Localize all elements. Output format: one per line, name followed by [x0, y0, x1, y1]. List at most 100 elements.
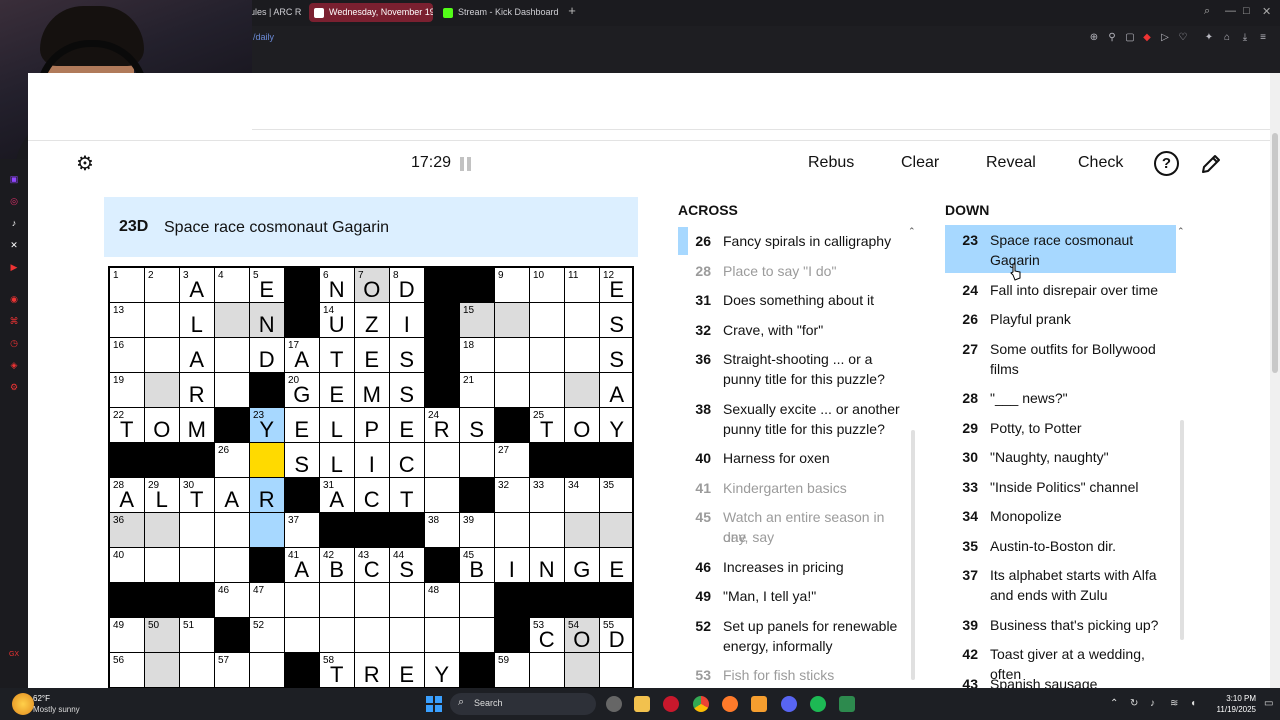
minimize-icon[interactable]: —	[1225, 5, 1236, 17]
zoom-icon[interactable]: ⊕	[1088, 32, 1100, 44]
pause-icon[interactable]	[460, 157, 472, 171]
grid-cell[interactable]: 59	[495, 653, 529, 687]
grid-cell[interactable]	[145, 513, 179, 547]
pin-icon[interactable]: ⚲	[1106, 32, 1118, 44]
file-explorer-icon[interactable]	[634, 696, 650, 712]
grid-cell[interactable]: R	[180, 373, 214, 407]
reveal-button[interactable]: Reveal	[986, 154, 1036, 172]
discord-icon[interactable]	[781, 696, 797, 712]
grid-cell[interactable]: 35	[600, 478, 632, 512]
grid-cell[interactable]	[145, 548, 179, 582]
grid-cell[interactable]: 23 Y	[250, 408, 284, 442]
grid-cell[interactable]: A	[180, 338, 214, 372]
grid-cell[interactable]	[215, 338, 249, 372]
down-clue-34[interactable]: 34 Monopolize	[952, 506, 1177, 526]
down-clue-28[interactable]: 28 "___ news?"	[952, 388, 1177, 408]
volume-icon[interactable]: ◖	[1190, 698, 1196, 709]
grid-cell[interactable]	[425, 478, 459, 512]
grid-cell[interactable]	[495, 373, 529, 407]
grid-cell[interactable]	[320, 583, 354, 617]
grid-cell[interactable]	[180, 548, 214, 582]
grid-cell[interactable]: 41 A	[285, 548, 319, 582]
grid-cell[interactable]: 36	[110, 513, 144, 547]
grid-cell[interactable]	[530, 653, 564, 687]
grid-cell[interactable]: 7O	[355, 268, 389, 302]
grid-cell[interactable]: M	[180, 408, 214, 442]
grid-cell[interactable]: 58 T	[320, 653, 354, 687]
grid-cell[interactable]	[425, 443, 459, 477]
grid-cell[interactable]: 45 B	[460, 548, 494, 582]
grid-cell[interactable]	[425, 618, 459, 652]
grid-cell[interactable]: T	[320, 338, 354, 372]
spotify-icon[interactable]	[810, 696, 826, 712]
grid-cell[interactable]: D	[250, 338, 284, 372]
close-window-icon[interactable]: ✕	[1262, 5, 1271, 18]
grid-cell[interactable]: E	[390, 653, 424, 687]
grid-cell[interactable]	[460, 618, 494, 652]
clear-button[interactable]: Clear	[901, 154, 939, 172]
grid-cell[interactable]: E	[355, 338, 389, 372]
grid-cell[interactable]: 44 S	[390, 548, 424, 582]
tab-kick-dashboard[interactable]: Stream - Kick Dashboard	[438, 3, 562, 22]
windows-start-icon[interactable]	[426, 696, 442, 712]
grid-cell[interactable]: 9	[495, 268, 529, 302]
youtube-icon[interactable]: ▶	[8, 261, 20, 273]
grid-cell[interactable]: 1	[110, 268, 144, 302]
grid-cell[interactable]	[390, 583, 424, 617]
grid-cell[interactable]: 20 G	[285, 373, 319, 407]
grid-cell[interactable]: 29 L	[145, 478, 179, 512]
grid-cell[interactable]: 26	[215, 443, 249, 477]
shield-icon[interactable]: ◆	[1141, 32, 1153, 44]
across-clue-26[interactable]: 26 Fancy spirals in calligraphy	[685, 231, 910, 251]
new-tab-button[interactable]: +	[565, 4, 579, 18]
gx-icon[interactable]: GX	[8, 649, 20, 661]
grid-cell[interactable]: 16	[110, 338, 144, 372]
grid-cell[interactable]: 40	[110, 548, 144, 582]
grid-cell[interactable]	[320, 618, 354, 652]
grid-cell[interactable]	[565, 513, 599, 547]
twitch-icon[interactable]: ▣	[8, 173, 20, 185]
grid-cell[interactable]: 12 E	[600, 268, 632, 302]
grid-cell[interactable]: 37	[285, 513, 319, 547]
grid-cell[interactable]: 48	[425, 583, 459, 617]
search-tabs-icon[interactable]: ⌕	[1204, 5, 1210, 18]
grid-cell[interactable]: 49	[110, 618, 144, 652]
check-button[interactable]: Check	[1078, 154, 1123, 172]
grid-cell[interactable]	[600, 513, 632, 547]
rebus-button[interactable]: Rebus	[808, 154, 854, 172]
grid-cell[interactable]: 24 R	[425, 408, 459, 442]
grid-cell[interactable]	[460, 583, 494, 617]
chrome-icon[interactable]	[693, 696, 709, 712]
down-clue-37[interactable]: 37 Its alphabet starts with Alfa and ends …	[952, 565, 1177, 605]
grid-cell[interactable]: R	[355, 653, 389, 687]
across-clue-28[interactable]: 28 Place to say "I do"	[685, 261, 910, 281]
grid-cell[interactable]: L	[320, 408, 354, 442]
down-clue-35[interactable]: 35 Austin-to-Boston dir.	[952, 536, 1177, 556]
grid-cell[interactable]: E	[600, 548, 632, 582]
taskbar-search[interactable]: ⌕ Search	[450, 693, 596, 715]
tab-crossword[interactable]: Wednesday, November 19	[309, 3, 433, 22]
grid-cell[interactable]: T	[390, 478, 424, 512]
grid-cell[interactable]: 34	[565, 478, 599, 512]
grid-cell[interactable]: 52	[250, 618, 284, 652]
grid-cell[interactable]: 4	[215, 268, 249, 302]
grid-cell[interactable]: S	[285, 443, 319, 477]
grid-cell[interactable]	[530, 338, 564, 372]
vlc-icon[interactable]	[751, 696, 767, 712]
across-clue-46[interactable]: 46 Increases in pricing	[685, 557, 910, 577]
tiktok-icon[interactable]: ♪	[8, 217, 20, 229]
grid-cell[interactable]: 3A	[180, 268, 214, 302]
grid-cell[interactable]: Y	[600, 408, 632, 442]
firefox-icon[interactable]	[722, 696, 738, 712]
grid-cell[interactable]	[285, 583, 319, 617]
instagram-icon[interactable]: ◎	[8, 195, 20, 207]
grid-cell[interactable]: 57	[215, 653, 249, 687]
grid-cell[interactable]	[250, 653, 284, 687]
down-clue-24[interactable]: 24 Fall into disrepair over time	[952, 280, 1177, 300]
grid-cell[interactable]: 31 A	[320, 478, 354, 512]
grid-cell[interactable]: G	[565, 548, 599, 582]
grid-cell[interactable]: 15	[460, 303, 494, 337]
grid-cell[interactable]: A	[600, 373, 632, 407]
maximize-icon[interactable]: □	[1243, 5, 1250, 17]
grid-cell[interactable]: 50	[145, 618, 179, 652]
